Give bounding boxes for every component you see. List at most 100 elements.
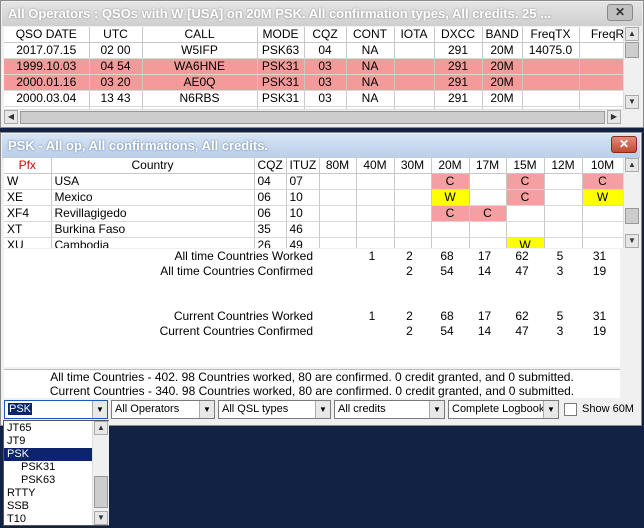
band-status-cell[interactable]: C (431, 173, 470, 190)
column-header[interactable]: 20M (431, 158, 470, 174)
column-header[interactable]: 80M (319, 158, 357, 174)
band-status-cell[interactable] (319, 221, 357, 238)
qsl-type-select[interactable]: All QSL types ▼ (218, 400, 331, 419)
column-header[interactable]: CONT (346, 27, 395, 43)
show-60m-checkbox[interactable] (564, 403, 577, 416)
mode-option[interactable]: PSK31 (4, 461, 93, 474)
band-status-cell[interactable] (394, 173, 432, 190)
credits-select[interactable]: All credits ▼ (334, 400, 445, 419)
column-header[interactable]: Pfx (4, 158, 52, 174)
band-status-cell[interactable] (319, 237, 357, 248)
band-status-cell[interactable]: C (469, 205, 507, 222)
column-header[interactable]: 10M (582, 158, 623, 174)
scroll-down-icon[interactable]: ▼ (625, 95, 639, 109)
scroll-up-icon[interactable]: ▲ (94, 421, 108, 435)
chevron-down-icon[interactable]: ▼ (199, 401, 214, 418)
horizontal-scroll-thumb[interactable] (20, 111, 605, 124)
column-header[interactable]: BAND (482, 27, 523, 43)
band-status-cell[interactable] (469, 189, 507, 206)
logbook-select[interactable]: Complete Logbook ▼ (448, 400, 559, 419)
band-status-cell[interactable]: W (431, 189, 470, 206)
mode-option[interactable]: PSK63 (4, 474, 93, 487)
country-row[interactable]: XT Burkina Faso 35 46 (4, 221, 623, 238)
column-header[interactable]: 17M (469, 158, 507, 174)
column-header[interactable]: QSO DATE (4, 27, 90, 43)
band-status-cell[interactable]: C (506, 189, 545, 206)
qso-list-vertical-scrollbar[interactable]: ▲ ▼ (623, 27, 640, 109)
award-grid-vertical-scrollbar[interactable]: ▲ ▼ (623, 158, 640, 248)
band-status-cell[interactable] (356, 205, 395, 222)
scroll-thumb[interactable] (94, 476, 108, 508)
column-header[interactable]: Country (51, 158, 255, 174)
column-header[interactable]: FreqTX (522, 27, 580, 43)
scroll-down-icon[interactable]: ▼ (94, 511, 108, 525)
band-status-cell[interactable] (394, 205, 432, 222)
band-status-cell[interactable] (431, 221, 470, 238)
chevron-down-icon[interactable]: ▼ (543, 401, 558, 418)
band-status-cell[interactable] (582, 237, 623, 248)
band-status-cell[interactable] (319, 205, 357, 222)
band-status-cell[interactable] (394, 221, 432, 238)
mode-option[interactable]: SSB (4, 500, 93, 513)
table-row[interactable]: 2017.07.15 02 00 W5IFP PSK63 04 NA 291 20M 14075… (4, 42, 623, 59)
band-status-cell[interactable]: C (431, 205, 470, 222)
country-row[interactable]: XE Mexico 06 10 W C W (4, 189, 623, 206)
band-status-cell[interactable]: W (582, 189, 623, 206)
band-status-cell[interactable]: C (582, 173, 623, 190)
band-status-cell[interactable] (469, 173, 507, 190)
band-status-cell[interactable] (469, 221, 507, 238)
band-status-cell[interactable] (319, 189, 357, 206)
column-header[interactable]: DXCC (434, 27, 483, 43)
table-row[interactable]: 2000.01.16 03 20 AE0Q PSK31 03 NA 291 20M (4, 74, 623, 91)
band-status-cell[interactable]: W (506, 237, 545, 248)
mode-option[interactable]: T10 (4, 513, 93, 526)
band-status-cell[interactable] (469, 237, 507, 248)
column-header[interactable]: IOTA (394, 27, 435, 43)
band-status-cell[interactable] (544, 221, 583, 238)
mode-option[interactable]: RTTY (4, 487, 93, 500)
scroll-up-icon[interactable]: ▲ (625, 158, 639, 172)
band-status-cell[interactable] (394, 189, 432, 206)
column-header[interactable]: CQZ (254, 158, 287, 174)
scroll-right-icon[interactable]: ▶ (607, 110, 621, 124)
operator-select[interactable]: All Operators ▼ (111, 400, 215, 419)
scroll-down-icon[interactable]: ▼ (625, 234, 639, 248)
mode-option[interactable]: PSK (4, 448, 93, 461)
mode-option[interactable]: JT65 (4, 422, 93, 435)
chevron-down-icon[interactable]: ▼ (315, 401, 330, 418)
column-header[interactable]: ITUZ (286, 158, 320, 174)
table-row[interactable]: 2000.03.04 13 43 N6RBS PSK31 03 NA 291 20M (4, 90, 623, 107)
column-header[interactable]: 40M (356, 158, 395, 174)
band-status-cell[interactable]: C (506, 173, 545, 190)
band-status-cell[interactable] (356, 173, 395, 190)
column-header[interactable]: MODE (257, 27, 305, 43)
country-row[interactable]: W USA 04 07 C C C (4, 173, 623, 190)
qso-list-close-button[interactable]: ✕ (607, 4, 633, 21)
band-status-cell[interactable] (544, 189, 583, 206)
country-row[interactable]: XF4 Revillagigedo 06 10 C C (4, 205, 623, 222)
country-row[interactable]: XU Cambodia 26 49 W (4, 237, 623, 248)
psk-award-close-button[interactable]: ✕ (611, 136, 637, 153)
scroll-left-icon[interactable]: ◀ (4, 110, 18, 124)
column-header[interactable]: CALL (142, 27, 258, 43)
column-header[interactable]: UTC (89, 27, 143, 43)
band-status-cell[interactable] (356, 237, 395, 248)
qso-list-horizontal-scrollbar[interactable]: ◀ ▶ (4, 109, 623, 125)
band-status-cell[interactable] (319, 173, 357, 190)
band-status-cell[interactable] (506, 205, 545, 222)
scroll-thumb[interactable] (625, 208, 639, 224)
column-header[interactable]: CQZ (304, 27, 347, 43)
mode-select[interactable]: PSK ▼ (4, 400, 108, 419)
band-status-cell[interactable] (431, 237, 470, 248)
band-status-cell[interactable] (544, 237, 583, 248)
band-status-cell[interactable] (356, 221, 395, 238)
chevron-down-icon[interactable]: ▼ (92, 401, 107, 418)
scroll-thumb[interactable] (625, 42, 639, 58)
scroll-up-icon[interactable]: ▲ (625, 27, 639, 41)
band-status-cell[interactable] (544, 173, 583, 190)
band-status-cell[interactable] (582, 221, 623, 238)
column-header[interactable]: 15M (506, 158, 545, 174)
column-header[interactable]: 12M (544, 158, 583, 174)
band-status-cell[interactable] (506, 221, 545, 238)
band-status-cell[interactable] (394, 237, 432, 248)
